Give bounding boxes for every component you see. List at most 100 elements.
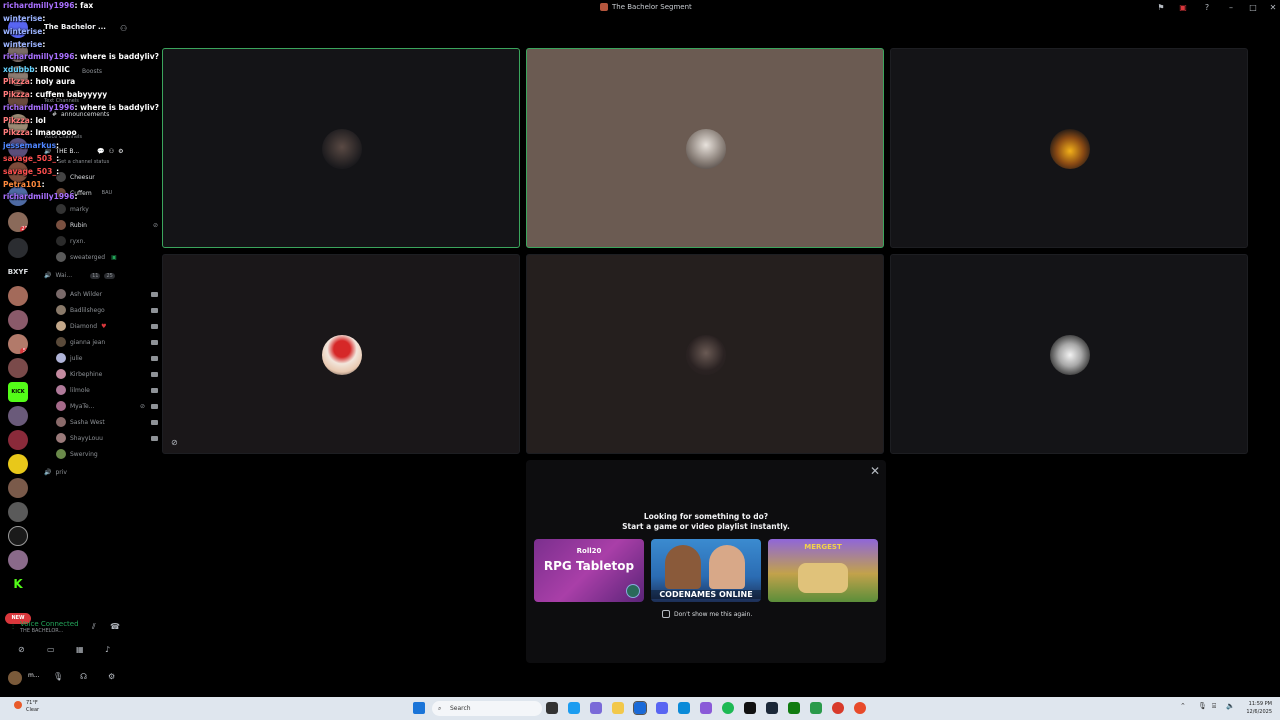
video-tile-3[interactable]: [890, 48, 1248, 248]
camera-off-icon[interactable]: ⊘: [18, 645, 25, 654]
waiting-member[interactable]: lilmole: [56, 383, 166, 397]
server-icon-13[interactable]: 5: [8, 334, 28, 354]
dont-show-checkbox[interactable]: Don't show me this again.: [662, 610, 752, 618]
app-icon[interactable]: [700, 702, 712, 714]
file-explorer-icon[interactable]: [612, 702, 624, 714]
microphone-icon[interactable]: 🎙: [53, 672, 63, 681]
video-tile-5[interactable]: [526, 254, 884, 454]
server-icon-19[interactable]: [8, 502, 28, 522]
server-icon-18[interactable]: [8, 478, 28, 498]
waiting-member[interactable]: Diamond ♥: [56, 319, 166, 333]
waiting-member[interactable]: Swerving: [56, 447, 166, 461]
voice-channel-priv[interactable]: 🔊 priv: [44, 469, 67, 476]
server-icon-9[interactable]: 23: [8, 212, 28, 232]
minimize-icon[interactable]: –: [1226, 3, 1236, 13]
server-icon-kick[interactable]: KICK: [8, 382, 28, 402]
screen-share-icon[interactable]: ▣: [1178, 3, 1188, 13]
edge-icon[interactable]: [678, 702, 690, 714]
video-tile-6[interactable]: [890, 254, 1248, 454]
voice-member[interactable]: Cuffem BAU: [56, 186, 166, 200]
close-window-icon[interactable]: ✕: [1268, 3, 1278, 13]
waiting-member[interactable]: Sasha West: [56, 415, 166, 429]
activity-card-mergest[interactable]: MERGEST: [768, 539, 878, 602]
close-icon[interactable]: ✕: [870, 464, 880, 478]
set-status[interactable]: Set a channel status: [58, 159, 109, 165]
activity-card-codenames[interactable]: CODENAMES ONLINE: [651, 539, 761, 602]
waiting-member[interactable]: Kirbephine: [56, 367, 166, 381]
soundboard-icon[interactable]: ♪: [105, 645, 110, 654]
video-tile-2[interactable]: [526, 48, 884, 248]
gear-icon[interactable]: ⚙: [118, 148, 123, 155]
activities-icon[interactable]: ▦: [76, 645, 84, 654]
text-channels-category[interactable]: Text Channels: [44, 98, 79, 104]
voice-channel-waiting[interactable]: 🔊 Wai... 11 25: [44, 272, 115, 279]
waiting-member[interactable]: gianna jean: [56, 335, 166, 349]
server-icon-3[interactable]: [8, 66, 28, 86]
server-name-header[interactable]: The Bachelor ...: [44, 23, 106, 31]
weather-widget[interactable]: 71°F Clear: [26, 700, 39, 714]
disconnect-icon[interactable]: ☎: [110, 622, 120, 631]
video-tile-4[interactable]: ⊘: [162, 254, 520, 454]
taskbar-search[interactable]: ⌕ Search: [432, 701, 542, 716]
server-icon-5[interactable]: [8, 114, 28, 134]
windows-start-icon[interactable]: [413, 702, 425, 714]
waiting-member[interactable]: julie: [56, 351, 166, 365]
spotify-icon[interactable]: [722, 702, 734, 714]
clock[interactable]: 11:59 PM 12/6/2025: [1246, 700, 1272, 716]
copilot-icon[interactable]: [568, 702, 580, 714]
noise-suppression-icon[interactable]: ⫽: [92, 622, 96, 632]
kick-k-icon[interactable]: K: [8, 574, 28, 594]
server-icon-21[interactable]: [8, 550, 28, 570]
waiting-member[interactable]: ShayyLouu: [56, 431, 166, 445]
voice-member[interactable]: ryxn.: [56, 234, 166, 248]
chrome-icon[interactable]: [832, 702, 844, 714]
settings-gear-icon[interactable]: ⚙: [108, 672, 115, 681]
server-icon-12[interactable]: [8, 310, 28, 330]
waiting-member[interactable]: MyaTe... ⊘: [56, 399, 166, 413]
network-icon[interactable]: ⌸: [1212, 702, 1216, 711]
tray-overflow-icon[interactable]: ⌃: [1180, 702, 1186, 710]
server-icon-1[interactable]: [8, 18, 28, 38]
server-icon-6[interactable]: [8, 138, 28, 158]
server-icon-14[interactable]: [8, 358, 28, 378]
voice-member[interactable]: Rubin ⊘: [56, 218, 166, 232]
server-icon-2[interactable]: [8, 42, 28, 62]
store-icon[interactable]: [633, 701, 647, 715]
chrome-profile-icon[interactable]: [854, 702, 866, 714]
discord-task-icon[interactable]: [656, 702, 668, 714]
server-icon-10[interactable]: [8, 238, 28, 258]
app-icon[interactable]: [810, 702, 822, 714]
server-icon-16[interactable]: [8, 430, 28, 450]
xbox-icon[interactable]: [788, 702, 800, 714]
voice-status[interactable]: ⫶ Voice Connected THE BACHELOR...: [12, 620, 79, 634]
voice-channel-bachelor[interactable]: 🔊 THE B... 💬 ⚇ ⚙: [44, 148, 123, 155]
server-icon-17[interactable]: [8, 454, 28, 474]
server-icon-4[interactable]: [8, 90, 28, 110]
inbox-icon[interactable]: ⚑: [1156, 3, 1166, 13]
microphone-icon[interactable]: 🎙: [1198, 702, 1207, 710]
checkbox[interactable]: [662, 610, 670, 618]
channel-announcements[interactable]: # announcements: [52, 111, 109, 118]
boosts-label[interactable]: Boosts: [82, 68, 102, 75]
add-member-icon[interactable]: ⚇: [120, 24, 127, 33]
teams-icon[interactable]: [590, 702, 602, 714]
activity-card-rpg-tabletop[interactable]: Roll20 RPG Tabletop: [534, 539, 644, 602]
waiting-member[interactable]: Badlilshego: [56, 303, 166, 317]
maximize-icon[interactable]: □: [1248, 3, 1258, 13]
avatar[interactable]: [8, 671, 22, 685]
task-view-icon[interactable]: [546, 702, 558, 714]
server-icon-7[interactable]: [8, 162, 28, 182]
steam-icon[interactable]: [766, 702, 778, 714]
server-icon-15[interactable]: [8, 406, 28, 426]
headphones-icon[interactable]: ☊: [80, 672, 87, 681]
weather-icon[interactable]: [14, 701, 22, 709]
volume-icon[interactable]: 🔈: [1226, 702, 1235, 710]
server-icon-11[interactable]: [8, 286, 28, 306]
voice-member[interactable]: sweaterged ▣: [56, 250, 166, 264]
screen-share-icon[interactable]: ▭: [47, 645, 55, 654]
server-icon-20[interactable]: [8, 526, 28, 546]
voice-member[interactable]: Cheesur: [56, 170, 166, 184]
video-tile-1[interactable]: [162, 48, 520, 248]
app-icon[interactable]: [744, 702, 756, 714]
chat-bubble-icon[interactable]: 💬: [97, 148, 104, 155]
